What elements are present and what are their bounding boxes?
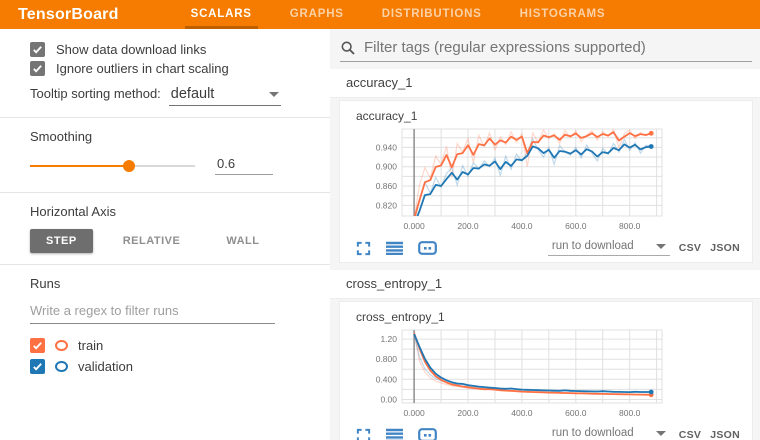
chevron-down-icon [656, 431, 666, 436]
svg-text:0.00: 0.00 [380, 395, 397, 405]
tooltip-sorting-select[interactable]: default [169, 85, 281, 106]
search-icon [340, 40, 356, 56]
fit-domain-icon[interactable] [418, 241, 437, 255]
tab-scalars[interactable]: SCALARS [185, 0, 258, 29]
section-header-accuracy[interactable]: accuracy_1 [330, 69, 760, 98]
svg-text:1.20: 1.20 [380, 334, 397, 344]
log-scale-icon[interactable] [386, 428, 403, 440]
app-title: TensorBoard [18, 0, 119, 29]
expand-chart-button[interactable] [356, 241, 371, 256]
sidebar: Show data download links Ignore outliers… [0, 29, 330, 440]
tooltip-sorting-value: default [171, 86, 215, 102]
expand-chart-button[interactable] [356, 428, 371, 440]
smoothing-slider-knob[interactable] [123, 160, 135, 172]
run-checkbox-train[interactable] [30, 338, 45, 353]
run-item-validation[interactable]: validation [30, 359, 302, 374]
log-scale-icon[interactable] [386, 241, 403, 255]
run-to-download-label: run to download [552, 240, 634, 252]
svg-text:600.0: 600.0 [565, 408, 587, 418]
json-download-link[interactable]: JSON [710, 242, 740, 254]
chart-title: cross_entropy_1 [356, 310, 752, 324]
tab-histograms[interactable]: HISTOGRAMS [514, 0, 612, 29]
axis-relative-button[interactable]: RELATIVE [107, 229, 197, 253]
svg-text:0.000: 0.000 [403, 408, 425, 418]
checkbox-checked-icon [30, 42, 45, 57]
run-to-download-select[interactable]: run to download [548, 240, 670, 256]
smoothing-section: Smoothing 0.6 [0, 118, 330, 193]
run-to-download-select[interactable]: run to download [548, 427, 670, 440]
ignore-outliers-checkbox[interactable]: Ignore outliers in chart scaling [30, 61, 302, 76]
section-header-cross-entropy[interactable]: cross_entropy_1 [330, 270, 760, 299]
svg-text:800.0: 800.0 [619, 221, 641, 231]
chart-card-accuracy: accuracy_1 0.000 200.0 400.0 600.0 800.0 0.82… [339, 100, 753, 263]
svg-text:600.0: 600.0 [565, 221, 587, 231]
show-data-download-links-checkbox[interactable]: Show data download links [30, 42, 302, 57]
smoothing-slider[interactable] [30, 165, 195, 167]
run-label: train [78, 338, 103, 353]
tab-graphs[interactable]: GRAPHS [284, 0, 350, 29]
svg-text:800.0: 800.0 [619, 408, 641, 418]
horizontal-axis-section: Horizontal Axis STEP RELATIVE WALL [0, 193, 330, 265]
svg-text:400.0: 400.0 [511, 408, 533, 418]
tab-distributions[interactable]: DISTRIBUTIONS [376, 0, 488, 29]
run-label: validation [78, 359, 133, 374]
run-color-swatch [55, 361, 68, 372]
smoothing-label: Smoothing [30, 129, 302, 144]
chart-title: accuracy_1 [356, 109, 752, 123]
svg-text:0.900: 0.900 [376, 162, 398, 172]
run-checkbox-validation[interactable] [30, 359, 45, 374]
chevron-down-icon [656, 244, 666, 249]
runs-section: Runs train validation [0, 265, 330, 391]
checkbox-checked-icon [30, 61, 45, 76]
general-options-section: Show data download links Ignore outliers… [0, 29, 330, 118]
svg-text:200.0: 200.0 [457, 408, 479, 418]
chart-controls: run to download CSV JSON [356, 427, 740, 440]
json-download-link[interactable]: JSON [710, 429, 740, 440]
fit-domain-icon[interactable] [418, 428, 437, 440]
checkbox-label: Ignore outliers in chart scaling [56, 61, 229, 76]
dashboard-main: accuracy_1 accuracy_1 0.000 200.0 400.0 600… [330, 29, 760, 440]
axis-wall-button[interactable]: WALL [210, 229, 275, 253]
tag-filter-row [340, 39, 752, 62]
svg-text:0.800: 0.800 [376, 354, 398, 364]
checkbox-label: Show data download links [56, 42, 206, 57]
run-color-swatch [55, 340, 68, 351]
svg-text:0.400: 0.400 [376, 374, 398, 384]
csv-download-link[interactable]: CSV [679, 242, 702, 254]
svg-text:0.940: 0.940 [376, 142, 398, 152]
chart-controls: run to download CSV JSON [356, 240, 740, 256]
tag-filter-input[interactable] [364, 39, 752, 56]
svg-text:0.820: 0.820 [376, 200, 398, 210]
svg-text:200.0: 200.0 [457, 221, 479, 231]
svg-text:0.000: 0.000 [403, 221, 425, 231]
chart-card-cross-entropy: cross_entropy_1 0.000 200.0 400.0 600.0 800.… [339, 301, 753, 440]
csv-download-link[interactable]: CSV [679, 429, 702, 440]
tensorboard-app: TensorBoard SCALARS GRAPHS DISTRIBUTIONS… [0, 0, 760, 440]
cross-entropy-chart[interactable]: 0.000 200.0 400.0 600.0 800.0 0.00 0.400 0.800 1… [358, 325, 752, 426]
run-to-download-label: run to download [552, 427, 634, 439]
smoothing-value-input[interactable]: 0.6 [215, 156, 273, 175]
chevron-down-icon [269, 92, 279, 97]
smoothing-slider-fill [30, 165, 129, 167]
app-header: TensorBoard SCALARS GRAPHS DISTRIBUTIONS… [0, 0, 760, 29]
top-nav: SCALARS GRAPHS DISTRIBUTIONS HISTOGRAMS [185, 0, 638, 29]
svg-text:0.860: 0.860 [376, 181, 398, 191]
svg-text:400.0: 400.0 [511, 221, 533, 231]
run-item-train[interactable]: train [30, 338, 302, 353]
accuracy-chart[interactable]: 0.000 200.0 400.0 600.0 800.0 0.820 0.860 0.900… [358, 124, 752, 239]
horizontal-axis-label: Horizontal Axis [30, 204, 302, 219]
tooltip-sorting-label: Tooltip sorting method: [30, 86, 161, 101]
runs-label: Runs [30, 276, 302, 291]
axis-step-button[interactable]: STEP [30, 229, 93, 253]
runs-regex-input[interactable] [30, 301, 275, 324]
